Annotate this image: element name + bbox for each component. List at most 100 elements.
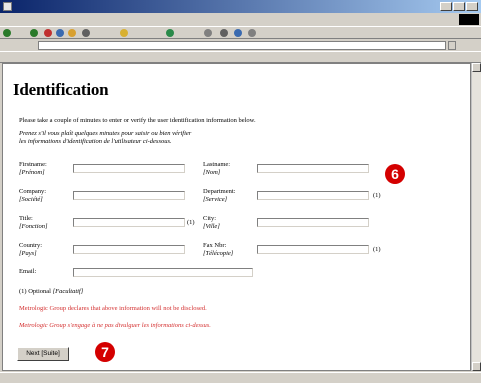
search-icon[interactable] [82,29,90,37]
favorites-icon[interactable] [120,29,128,37]
optional-note-fr: [Facultatif] [52,288,84,295]
back-icon[interactable] [3,29,11,37]
link-les-echos[interactable] [232,54,340,61]
windows-logo-throbber [459,14,479,25]
city-label-fr: [Ville] [203,223,220,230]
print-icon[interactable] [220,29,228,37]
scroll-down-button[interactable] [472,362,481,371]
status-text [3,375,15,381]
stop-icon[interactable] [44,29,52,37]
intro-text-fr-line2: les informations d'identification de l'u… [19,138,172,145]
company-label: Company: [Société] [19,188,46,204]
city-label: City: [Ville] [203,215,220,231]
intro-text-en: Please take a couple of minutes to enter… [19,117,256,124]
next-button[interactable]: Next [Suite] [17,347,69,361]
email-label: Email: [19,268,37,275]
favorites-button[interactable] [130,29,160,37]
link-customize-links[interactable] [22,54,72,61]
optional-note: (1) Optional [Facultatif] [19,288,83,296]
ie-icon [3,2,12,11]
department-label-en: Department: [203,188,236,195]
standard-toolbar [0,26,481,39]
close-button[interactable] [466,2,478,11]
department-label-fr: [Service] [203,196,228,203]
address-dropdown[interactable] [448,41,456,50]
page-content: Identification Please take a couple of m… [2,63,471,371]
status-bar [0,372,481,383]
links-bar [0,51,481,63]
firstname-label: Firstname: [Prénom] [19,161,47,177]
lastname-label-fr: [Nom] [203,169,221,176]
links-label [3,54,17,61]
fax-label: Fax Nbr: [Télécopie] [203,242,233,258]
lastname-input[interactable] [257,164,369,173]
history-button[interactable] [176,29,198,37]
title-label-en: Title: [19,215,33,222]
forward-icon[interactable] [30,29,38,37]
city-input[interactable] [257,218,369,227]
address-label [3,42,33,49]
menu-file[interactable] [4,14,14,23]
history-icon[interactable] [166,29,174,37]
page-title: Identification [13,80,109,99]
fax-input[interactable] [257,245,369,254]
menu-tools[interactable] [84,14,98,23]
discuss-icon[interactable] [248,29,256,37]
department-input[interactable] [257,191,369,200]
edit-icon[interactable] [234,29,242,37]
scroll-up-button[interactable] [472,63,481,72]
title-input[interactable] [73,218,185,227]
intro-text-fr: Prenez s'il vous plaît quelques minutes … [19,130,319,146]
menu-view[interactable] [36,14,48,23]
back-button[interactable] [12,29,24,37]
mail-icon[interactable] [204,29,212,37]
link-metrologic-group[interactable] [170,54,226,61]
fax-label-en: Fax Nbr: [203,242,227,249]
firstname-input[interactable] [73,164,185,173]
status-zone [398,375,438,381]
address-bar [0,40,481,51]
company-input[interactable] [73,191,185,200]
department-label: Department: [Service] [203,188,236,204]
window-title [15,2,235,10]
menu-edit[interactable] [20,14,30,23]
links-chevron[interactable] [462,54,478,61]
city-label-en: City: [203,215,217,222]
menu-help[interactable] [104,14,114,23]
search-button[interactable] [92,29,112,37]
window-controls [440,2,478,11]
company-label-fr: [Société] [19,196,43,203]
maximize-button[interactable] [453,2,465,11]
email-input[interactable] [73,268,253,277]
link-windows[interactable] [130,54,164,61]
step-marker-6: 6 [385,164,405,184]
minimize-button[interactable] [440,2,452,11]
refresh-icon[interactable] [56,29,64,37]
optional-note-en: (1) Optional [19,288,51,295]
country-label-en: Country: [19,242,43,249]
fax-optional-marker: (1) [373,246,381,253]
menu-favorites[interactable] [54,14,78,23]
department-optional-marker: (1) [373,192,381,199]
lastname-label: Lastname: [Nom] [203,161,230,177]
title-label-fr: [Fonction] [19,223,48,230]
intro-text-fr-line1: Prenez s'il vous plaît quelques minutes … [19,130,192,137]
title-optional-marker: (1) [187,219,195,226]
disclaimer-en: Metrologic Group declares that above inf… [19,305,207,312]
window-title-bar[interactable] [0,0,481,13]
address-input[interactable] [38,41,446,50]
country-label: Country: [Pays] [19,242,42,258]
title-label: Title: [Fonction] [19,215,48,231]
step-marker-7: 7 [95,342,115,362]
disclaimer-fr: Metrologic Group s'engage à ne pas divul… [19,322,211,329]
country-input[interactable] [73,245,185,254]
lastname-label-en: Lastname: [203,161,231,168]
firstname-label-fr: [Prénom] [19,169,45,176]
link-free-hotmail[interactable] [78,54,124,61]
firstname-label-en: Firstname: [19,161,47,168]
vertical-scrollbar[interactable] [471,63,481,371]
fax-label-fr: [Télécopie] [203,250,234,257]
home-icon[interactable] [68,29,76,37]
go-button[interactable] [460,41,476,50]
menu-bar [0,13,481,25]
